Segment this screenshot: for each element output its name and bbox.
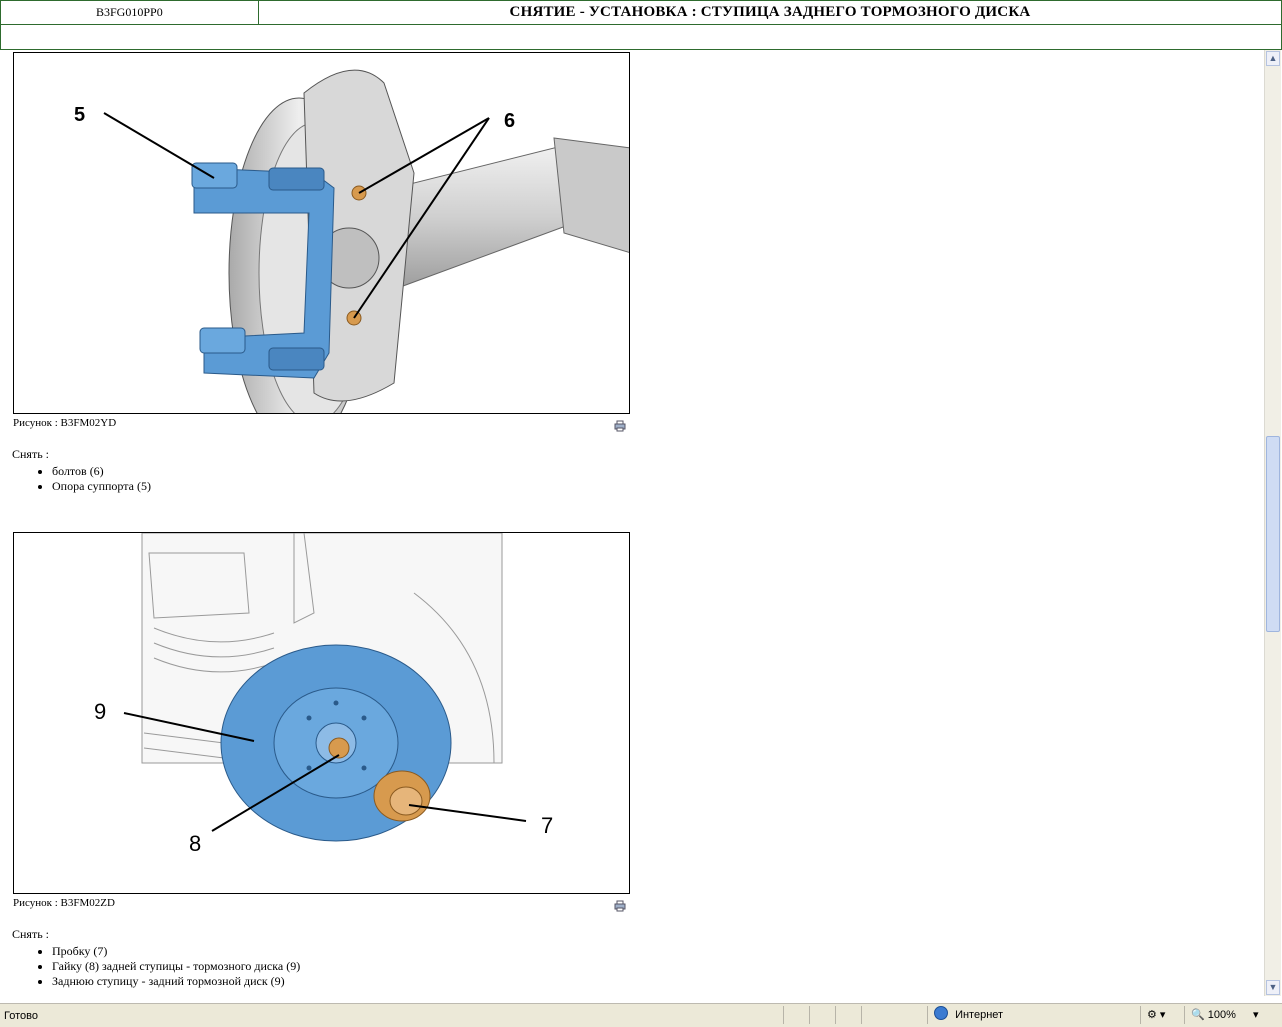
step-list: Пробку (7) Гайку (8) задней ступицы - то… xyxy=(12,944,300,989)
removal-steps-1: Снять : болтов (6) Опора суппорта (5) xyxy=(12,447,151,494)
list-item: Пробку (7) xyxy=(52,944,300,959)
page-title: СНЯТИЕ - УСТАНОВКА : СТУПИЦА ЗАДНЕГО ТОР… xyxy=(509,4,1031,20)
status-text: Готово xyxy=(4,1010,38,1022)
security-zone[interactable]: Интернет xyxy=(927,1006,1137,1024)
list-item: Гайку (8) задней ступицы - тормозного ди… xyxy=(52,959,300,974)
status-bar: Готово Интернет ⚙ ▾ 🔍 100% ▾ xyxy=(0,1003,1282,1027)
callout-9: 9 xyxy=(94,699,106,724)
print-icon[interactable] xyxy=(614,899,626,912)
removal-steps-2: Снять : Пробку (7) Гайку (8) задней ступ… xyxy=(12,927,300,989)
callout-6: 6 xyxy=(504,110,515,132)
figure-caliper-support: 5 6 xyxy=(13,52,630,414)
status-panel xyxy=(835,1006,861,1024)
scroll-down-icon[interactable]: ▼ xyxy=(1266,980,1280,995)
callout-8: 8 xyxy=(189,831,201,856)
scroll-up-icon[interactable]: ▲ xyxy=(1266,51,1280,66)
vertical-scrollbar[interactable]: ▲ ▼ xyxy=(1264,50,1281,996)
step-label: Снять : xyxy=(12,927,49,941)
status-panel xyxy=(861,1006,887,1024)
scrollbar-thumb[interactable] xyxy=(1266,436,1280,632)
callout-5: 5 xyxy=(74,104,85,126)
document-header: B3FG010PP0 СНЯТИЕ - УСТАНОВКА : СТУПИЦА … xyxy=(0,0,1282,25)
callout-7: 7 xyxy=(541,813,553,838)
hub-disc-illustration: 9 8 7 xyxy=(94,533,553,856)
zoom-control[interactable]: 🔍 100% ▾ xyxy=(1184,1006,1274,1024)
status-panel xyxy=(783,1006,809,1024)
print-icon[interactable] xyxy=(614,419,626,432)
zoom-icon: 🔍 xyxy=(1191,1009,1205,1021)
step-label: Снять : xyxy=(12,447,49,461)
document-content: 5 6 Рисунок : B3FM02YD Снять : болтов (6… xyxy=(0,50,1264,996)
caliper-illustration: 5 6 xyxy=(74,69,629,413)
zone-label: Интернет xyxy=(955,1009,1004,1021)
document-code: B3FG010PP0 xyxy=(1,1,259,24)
protected-mode-indicator[interactable]: ⚙ ▾ xyxy=(1140,1006,1184,1024)
list-item: Заднюю ступицу - задний тормозной диск (… xyxy=(52,974,300,989)
status-panel xyxy=(809,1006,835,1024)
figure-caption: Рисунок : B3FM02ZD xyxy=(13,897,115,909)
figure-hub-disc: 9 8 7 xyxy=(13,532,630,894)
chevron-down-icon: ▾ xyxy=(1252,1009,1259,1021)
header-subrow xyxy=(0,24,1282,50)
list-item: Опора суппорта (5) xyxy=(52,479,151,494)
list-item: болтов (6) xyxy=(52,464,151,479)
globe-icon xyxy=(934,1006,948,1020)
settings-icon: ⚙ ▾ xyxy=(1147,1009,1166,1021)
zoom-level: 100% xyxy=(1207,1009,1236,1021)
step-list: болтов (6) Опора суппорта (5) xyxy=(12,464,151,494)
figure-caption: Рисунок : B3FM02YD xyxy=(13,417,117,429)
